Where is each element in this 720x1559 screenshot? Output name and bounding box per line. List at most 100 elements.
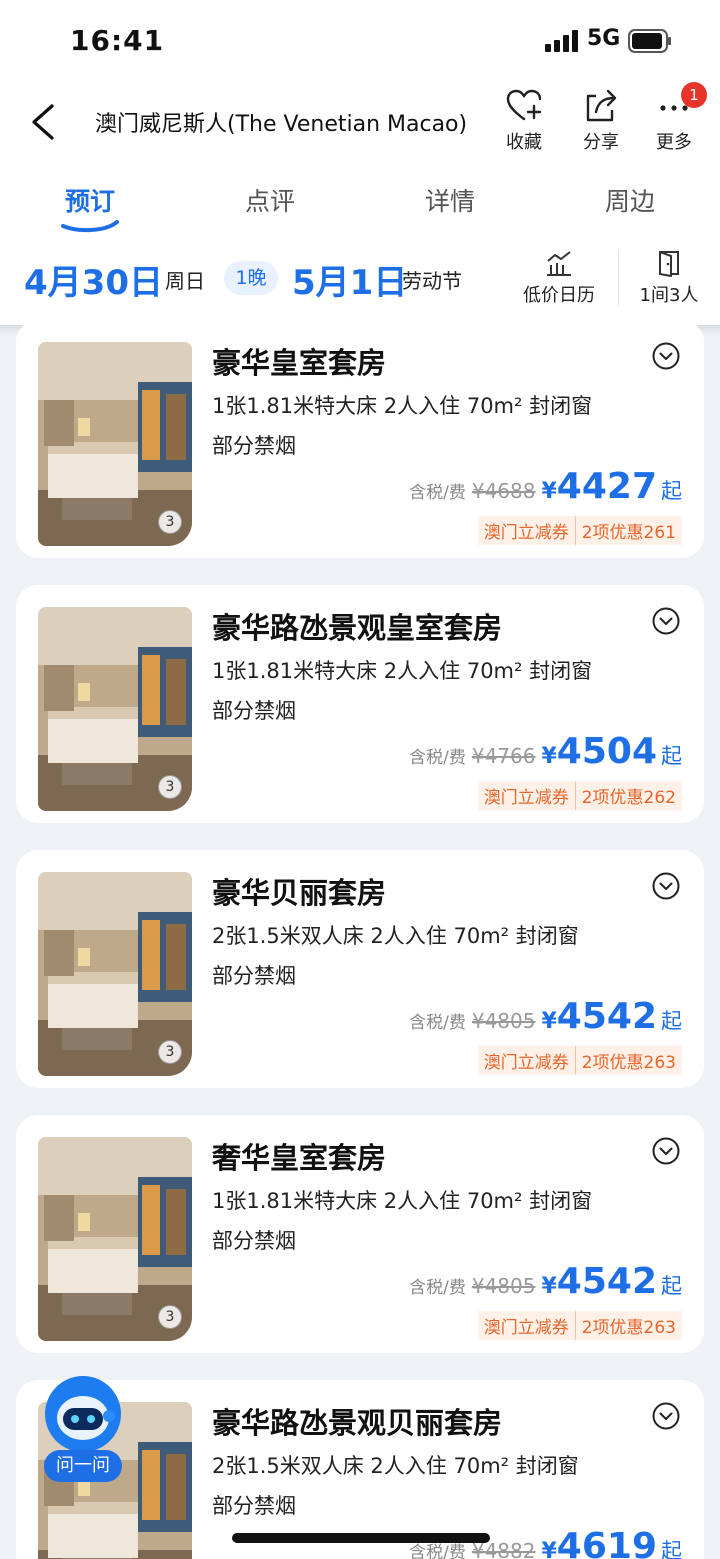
photo-count: 3	[158, 1305, 182, 1329]
original-price: ¥4766	[471, 744, 536, 768]
price-suffix: 起	[661, 1539, 682, 1559]
checkin-date[interactable]: 4月30日	[24, 255, 163, 304]
tab-label: 详情	[424, 187, 475, 216]
room-photo[interactable]: 3	[38, 607, 192, 811]
currency-symbol: ¥	[541, 1539, 557, 1559]
room-name: 豪华路氹景观皇室套房	[212, 611, 503, 645]
date-selector[interactable]: 4月30日 周日 1晚 5月1日 劳动节 低价日历 1间3人	[0, 245, 720, 315]
room-name: 奢华皇室套房	[212, 1141, 387, 1175]
tax-label: 含税/费	[409, 1013, 466, 1033]
smoking-policy: 部分禁烟	[212, 699, 296, 723]
promo-tags: 澳门立减券 2项优惠263	[477, 1311, 682, 1340]
price-suffix: 起	[661, 1274, 682, 1298]
chevron-down-icon[interactable]	[652, 342, 680, 370]
chevron-down-icon[interactable]	[652, 1402, 680, 1430]
discount-tag: 2项优惠261	[574, 516, 682, 545]
price-calendar-button[interactable]: 低价日历	[518, 249, 600, 307]
currency-symbol: ¥	[541, 479, 557, 504]
network-type: 5G	[587, 26, 621, 51]
room-specs: 1张1.81米特大床 2人入住 70m² 封闭窗	[212, 394, 593, 418]
chevron-down-icon[interactable]	[652, 1137, 680, 1165]
smoking-policy: 部分禁烟	[212, 1494, 296, 1518]
price-block: 含税/费 ¥4805 ¥4542 起	[409, 996, 682, 1037]
room-card[interactable]: 3 奢华皇室套房 1张1.81米特大床 2人入住 70m² 封闭窗 部分禁烟 含…	[16, 1115, 704, 1353]
promo-tags: 澳门立减券 2项优惠261	[477, 516, 682, 545]
notification-badge: 1	[681, 82, 707, 108]
door-icon	[659, 251, 679, 277]
rooms-guests-button[interactable]: 1间3人	[634, 249, 704, 307]
checkout-holiday: 劳动节	[402, 269, 462, 293]
hotel-title: 澳门威尼斯人(The Venetian Macao)	[95, 112, 468, 137]
tab-bar: 预订 点评 详情 周边	[0, 182, 720, 234]
price: 4542	[556, 996, 657, 1037]
more-label: 更多	[656, 132, 692, 153]
price: 4427	[556, 466, 657, 507]
share-icon	[586, 89, 617, 122]
assistant-label: 问一问	[44, 1450, 122, 1482]
photo-count: 3	[158, 775, 182, 799]
price-calendar-label: 低价日历	[523, 285, 595, 306]
price: 4504	[556, 731, 657, 772]
chevron-down-icon[interactable]	[652, 872, 680, 900]
favorite-button[interactable]: 收藏	[489, 88, 559, 154]
price: 4542	[556, 1261, 657, 1302]
promo-tags: 澳门立减券 2项优惠262	[477, 781, 682, 810]
room-specs: 2张1.5米双人床 2人入住 70m² 封闭窗	[212, 1454, 579, 1478]
tab-reviews[interactable]: 点评	[210, 182, 330, 218]
tab-nearby[interactable]: 周边	[570, 182, 690, 218]
room-name: 豪华皇室套房	[212, 346, 387, 380]
share-button[interactable]: 分享	[566, 88, 636, 154]
price-block: 含税/费 ¥4805 ¥4542 起	[409, 1261, 682, 1302]
photo-count: 3	[158, 510, 182, 534]
robot-icon	[47, 1378, 119, 1450]
currency-symbol: ¥	[541, 1274, 557, 1299]
room-specs: 1张1.81米特大床 2人入住 70m² 封闭窗	[212, 659, 593, 683]
original-price: ¥4805	[471, 1274, 536, 1298]
tab-booking[interactable]: 预订	[30, 182, 150, 234]
price-block: 含税/费 ¥4688 ¥4427 起	[409, 466, 682, 507]
smoking-policy: 部分禁烟	[212, 434, 296, 458]
room-card[interactable]: 3 豪华皇室套房 1张1.81米特大床 2人入住 70m² 封闭窗 部分禁烟 含…	[16, 320, 704, 558]
room-card[interactable]: 3 豪华路氹景观皇室套房 1张1.81米特大床 2人入住 70m² 封闭窗 部分…	[16, 585, 704, 823]
price-suffix: 起	[661, 744, 682, 768]
tax-label: 含税/费	[409, 748, 466, 768]
coupon-tag: 澳门立减券	[477, 516, 575, 545]
room-specs: 1张1.81米特大床 2人入住 70m² 封闭窗	[212, 1189, 593, 1213]
coupon-tag: 澳门立减券	[477, 1311, 575, 1340]
discount-tag: 2项优惠262	[574, 781, 682, 810]
discount-tag: 2项优惠263	[574, 1311, 682, 1340]
signal-icon	[545, 30, 578, 52]
price-suffix: 起	[661, 479, 682, 503]
more-button[interactable]: 更多 1	[639, 82, 709, 154]
currency-symbol: ¥	[541, 1009, 557, 1034]
room-specs: 2张1.5米双人床 2人入住 70m² 封闭窗	[212, 924, 579, 948]
room-photo[interactable]: 3	[38, 1137, 192, 1341]
promo-tags: 澳门立减券 2项优惠263	[477, 1046, 682, 1075]
rooms-guests-label: 1间3人	[639, 285, 699, 306]
original-price: ¥4805	[471, 1009, 536, 1033]
smoking-policy: 部分禁烟	[212, 964, 296, 988]
home-indicator	[232, 1533, 490, 1543]
checkout-date[interactable]: 5月1日	[292, 255, 407, 304]
chevron-down-icon[interactable]	[652, 607, 680, 635]
tax-label: 含税/费	[409, 483, 466, 503]
room-photo[interactable]: 3	[38, 342, 192, 546]
assistant-button[interactable]: 问一问	[42, 1376, 124, 1486]
status-time: 16:41	[70, 24, 165, 57]
active-tab-indicator	[61, 220, 119, 233]
tax-label: 含税/费	[409, 1278, 466, 1298]
room-card[interactable]: 3 豪华贝丽套房 2张1.5米双人床 2人入住 70m² 封闭窗 部分禁烟 含税…	[16, 850, 704, 1088]
price-block: 含税/费 ¥4766 ¥4504 起	[409, 731, 682, 772]
tab-details[interactable]: 详情	[390, 182, 510, 218]
nav-bar: 澳门威尼斯人(The Venetian Macao) 收藏 分享 更多 1	[0, 82, 720, 158]
room-photo[interactable]: 3	[38, 872, 192, 1076]
photo-count: 3	[158, 1040, 182, 1064]
price: 4619	[556, 1526, 657, 1559]
tax-label: 含税/费	[409, 1543, 466, 1559]
top-bar: 16:41 5G 澳门威尼斯人(The Venetian Macao) 收藏 分…	[0, 0, 720, 325]
share-label: 分享	[583, 132, 619, 153]
back-icon[interactable]	[28, 102, 60, 142]
currency-symbol: ¥	[541, 744, 557, 769]
price-suffix: 起	[661, 1009, 682, 1033]
discount-tag: 2项优惠263	[574, 1046, 682, 1075]
